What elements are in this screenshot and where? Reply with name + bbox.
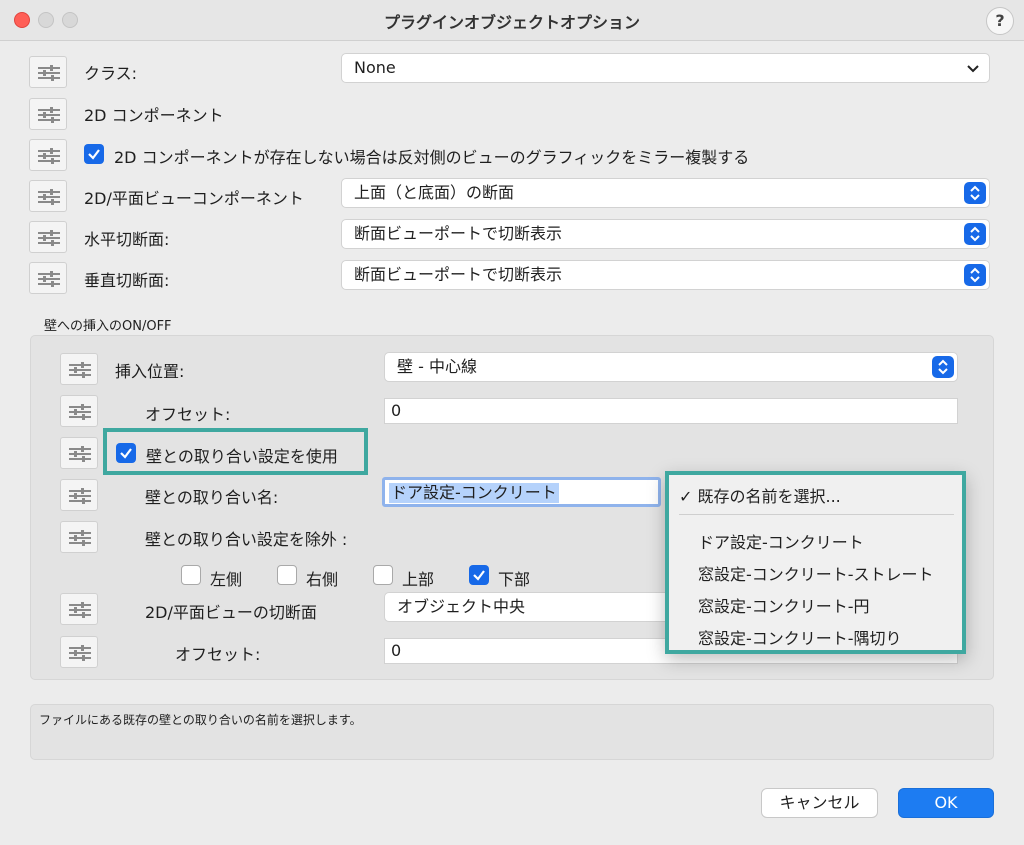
ok-button[interactable]: OK	[898, 788, 994, 818]
class-label: クラス:	[84, 64, 138, 83]
insert-pos-value: 壁 - 中心線	[397, 357, 477, 376]
cut2d-settings-icon[interactable]	[60, 593, 98, 625]
offset2-label: オフセット:	[175, 645, 261, 664]
mirror-checkbox[interactable]	[84, 144, 104, 164]
menu-highlight	[665, 471, 966, 654]
description-panel: ファイルにある既存の壁との取り合いの名前を選択します。	[30, 704, 994, 760]
stepper-icon	[932, 356, 954, 378]
exclude-bottom-label: 下部	[498, 570, 531, 589]
comp2d-settings-icon[interactable]	[29, 98, 67, 130]
stepper-icon	[964, 223, 986, 245]
checkmark-icon	[120, 448, 132, 459]
help-button[interactable]: ?	[986, 7, 1014, 35]
offset-input[interactable]: 0	[384, 398, 958, 424]
closure-name-label: 壁との取り合い名:	[145, 488, 279, 507]
vcut-select[interactable]: 断面ビューポートで切断表示	[341, 260, 990, 290]
cancel-button[interactable]: キャンセル	[761, 788, 878, 818]
chevron-down-icon	[967, 65, 979, 73]
exclude-right-label: 右側	[306, 570, 339, 589]
use-closure-settings-icon[interactable]	[60, 437, 98, 469]
exclude-right-checkbox[interactable]	[277, 565, 297, 585]
planview-select[interactable]: 上面（と底面）の断面	[341, 178, 990, 208]
stepper-icon	[964, 264, 986, 286]
wall-group-label: 壁への挿入のON/OFF	[44, 319, 172, 334]
insert-pos-label: 挿入位置:	[115, 362, 185, 381]
mirror-label: 2D コンポーネントが存在しない場合は反対側のビューのグラフィックをミラー複製す…	[114, 148, 750, 167]
offset-label: オフセット:	[145, 405, 231, 424]
use-closure-checkbox[interactable]	[116, 443, 136, 463]
checkmark-icon	[88, 149, 100, 160]
offset-settings-icon[interactable]	[60, 395, 98, 427]
closure-name-input[interactable]: ドア設定-コンクリート	[382, 477, 661, 507]
planview-label: 2D/平面ビューコンポーネント	[84, 189, 304, 208]
exclude-label: 壁との取り合い設定を除外 :	[145, 530, 348, 549]
use-closure-label: 壁との取り合い設定を使用	[146, 447, 338, 466]
class-value: None	[354, 58, 396, 77]
exclude-bottom-checkbox[interactable]	[469, 565, 489, 585]
exclude-top-label: 上部	[402, 570, 435, 589]
closure-name-value: ドア設定-コンクリート	[389, 483, 559, 503]
exclude-top-checkbox[interactable]	[373, 565, 393, 585]
stepper-icon	[964, 182, 986, 204]
hcut-settings-icon[interactable]	[29, 221, 67, 253]
hcut-label: 水平切断面:	[84, 230, 170, 249]
class-select[interactable]: None	[341, 53, 990, 83]
insert-pos-settings-icon[interactable]	[60, 353, 98, 385]
cut2d-value: オブジェクト中央	[397, 597, 526, 616]
exclude-settings-icon[interactable]	[60, 521, 98, 553]
insert-pos-select[interactable]: 壁 - 中心線	[384, 352, 958, 382]
vcut-label: 垂直切断面:	[84, 271, 170, 290]
mirror-settings-icon[interactable]	[29, 139, 67, 171]
cut2d-label: 2D/平面ビューの切断面	[145, 603, 317, 622]
planview-value: 上面（と底面）の断面	[354, 183, 515, 202]
vcut-settings-icon[interactable]	[29, 262, 67, 294]
exclude-left-checkbox[interactable]	[181, 565, 201, 585]
window-title: プラグインオブジェクトオプション	[383, 13, 640, 32]
hcut-select[interactable]: 断面ビューポートで切断表示	[341, 219, 990, 249]
class-settings-icon[interactable]	[29, 56, 67, 88]
hcut-value: 断面ビューポートで切断表示	[354, 224, 563, 243]
checkmark-icon	[473, 570, 485, 581]
exclude-left-label: 左側	[210, 570, 243, 589]
description-text: ファイルにある既存の壁との取り合いの名前を選択します。	[39, 713, 362, 727]
planview-settings-icon[interactable]	[29, 180, 67, 212]
closure-name-settings-icon[interactable]	[60, 479, 98, 511]
offset2-settings-icon[interactable]	[60, 636, 98, 668]
comp2d-label: 2D コンポーネント	[84, 106, 224, 125]
vcut-value: 断面ビューポートで切断表示	[354, 265, 563, 284]
